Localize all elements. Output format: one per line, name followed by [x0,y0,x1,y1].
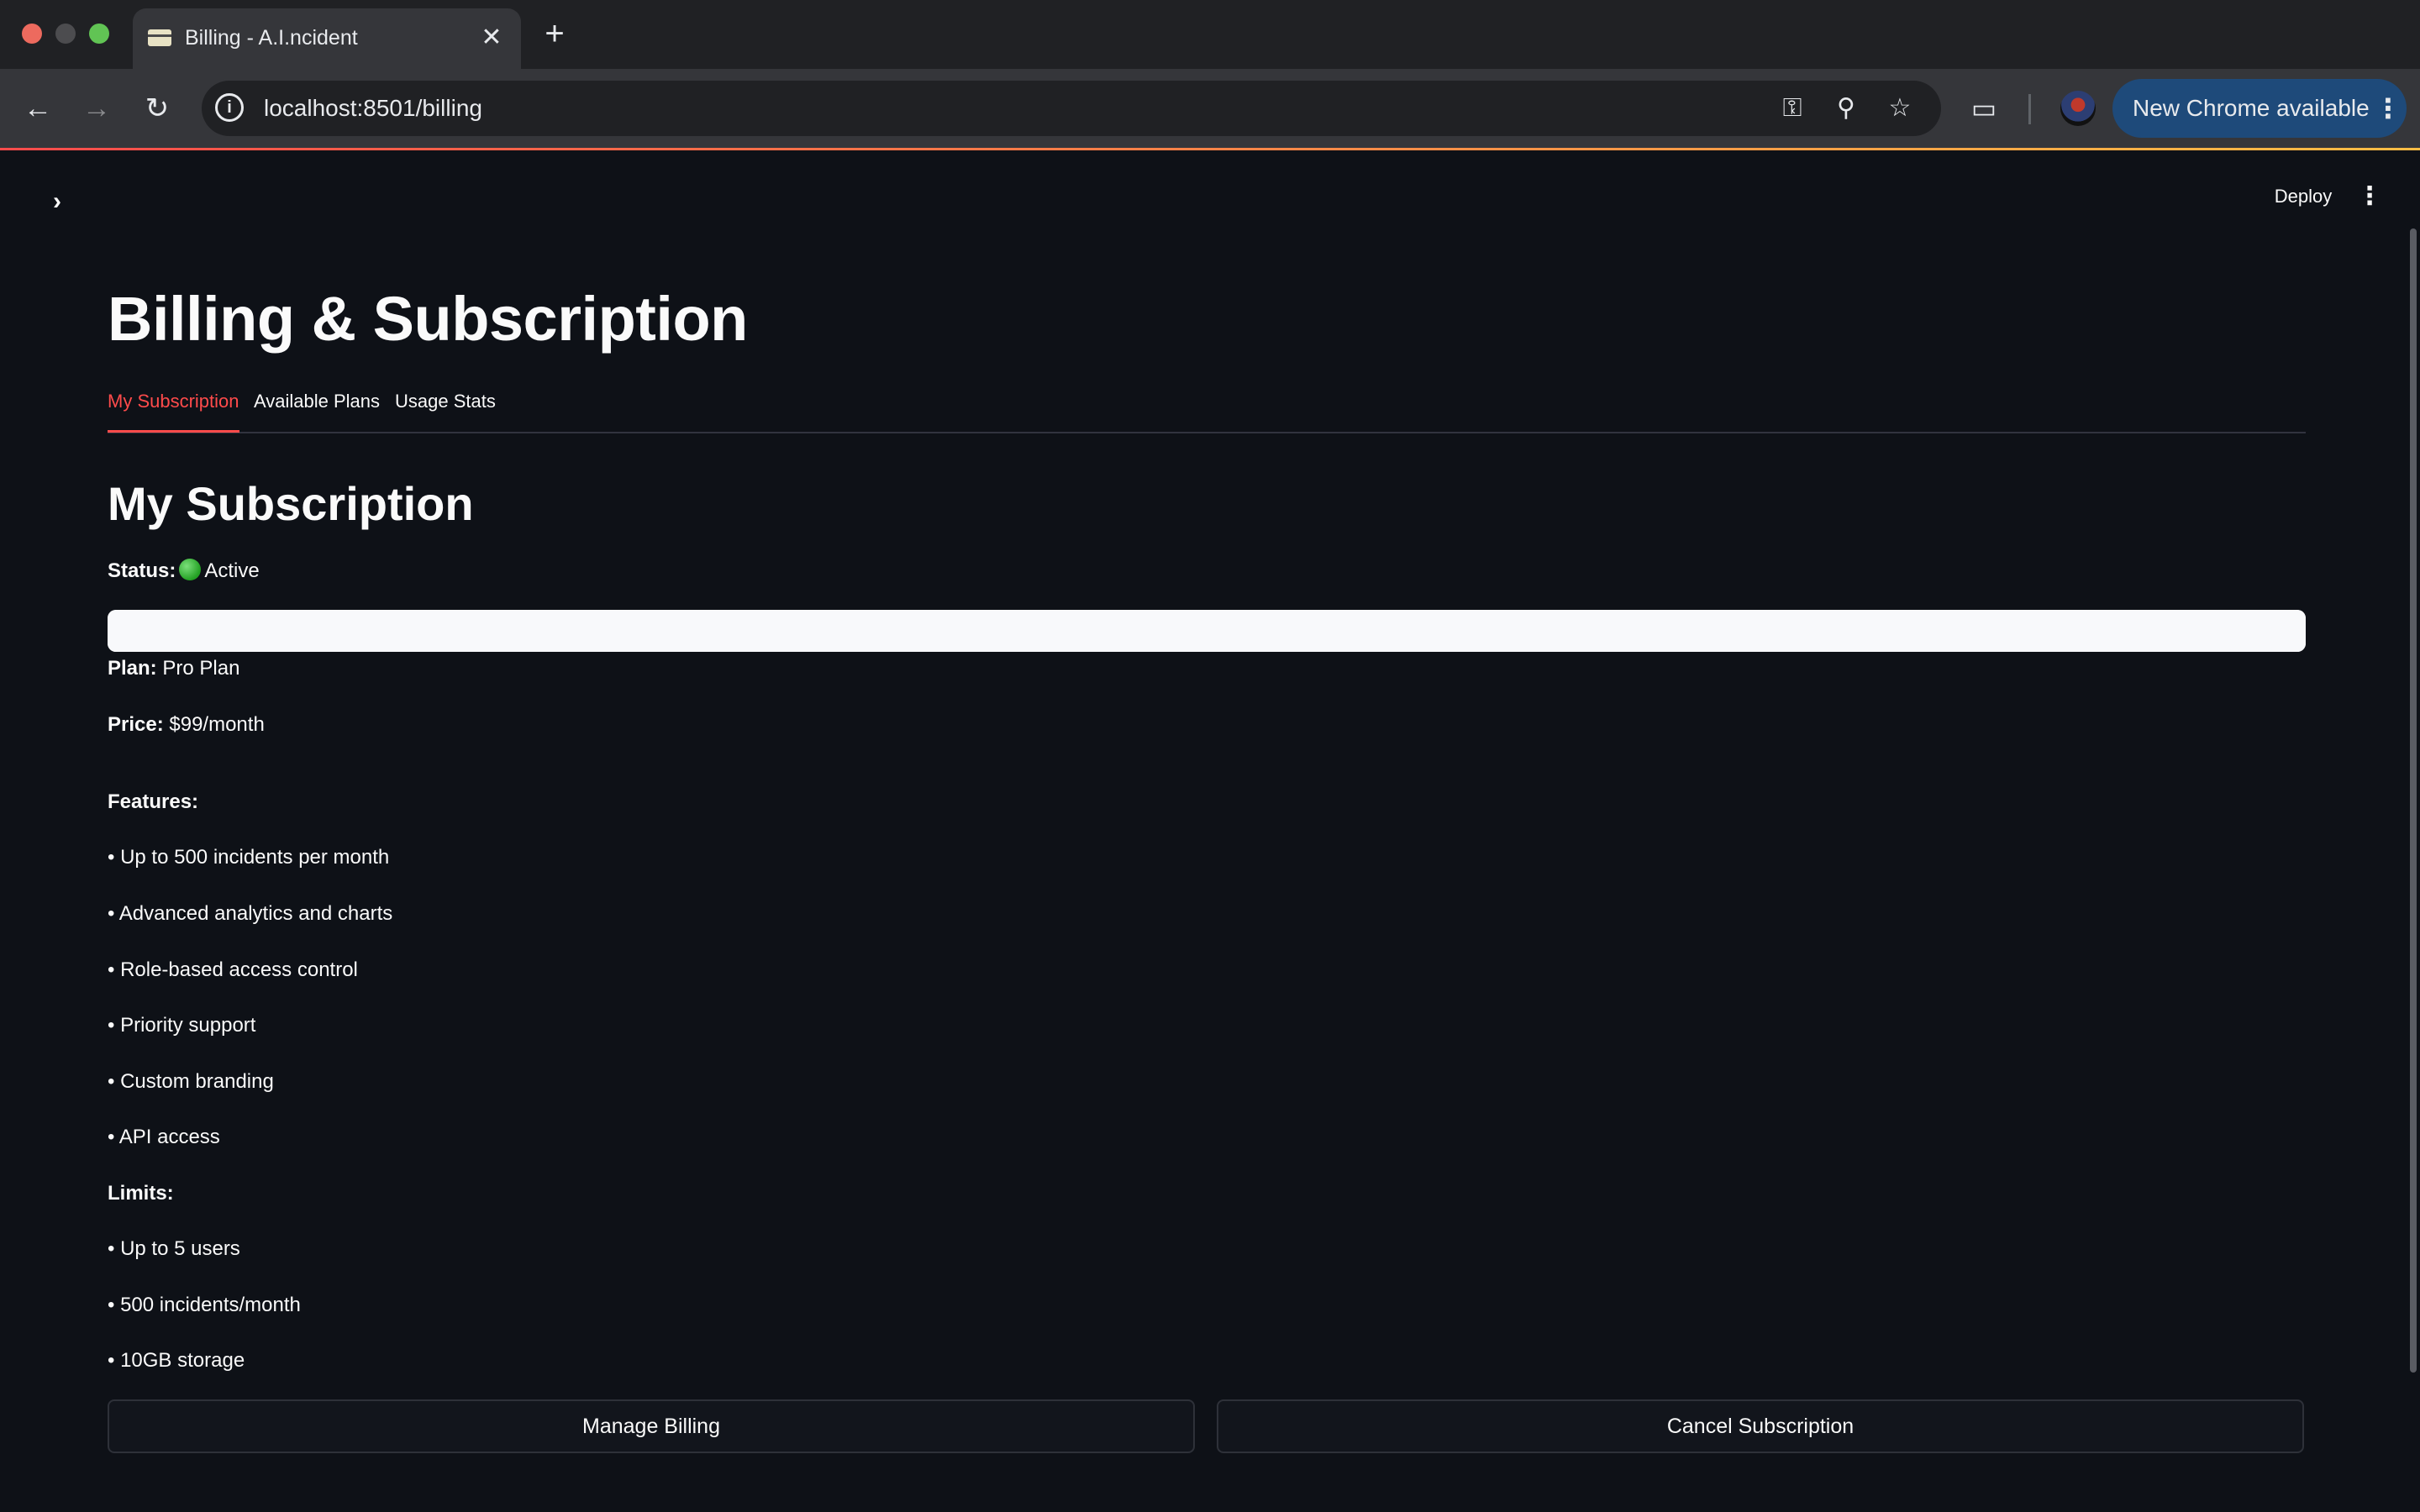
browser-toolbar: ← → ↻ i localhost:8501/billing ⚿ ⚲ ☆ ▭ N… [0,69,2420,148]
toolbar-divider [2028,94,2031,124]
list-item: • 500 incidents/month [108,1294,301,1316]
address-bar[interactable]: i localhost:8501/billing ⚿ ⚲ ☆ [202,81,1941,136]
url-text[interactable]: localhost:8501/billing [264,93,482,123]
list-item: • Priority support [108,1014,256,1037]
new-tab-button[interactable]: + [538,15,571,52]
status-line: Status: Active [108,556,260,586]
plan-value: Pro Plan [162,657,240,680]
tab-bar: My Subscription Available Plans Usage St… [108,385,2306,433]
plan-line: Plan: Pro Plan [108,654,239,684]
cancel-subscription-button[interactable]: Cancel Subscription [1217,1399,2304,1453]
zoom-icon[interactable]: ⚲ [1828,91,1864,126]
deploy-button[interactable]: Deploy [2265,180,2341,213]
manage-billing-button[interactable]: Manage Billing [108,1399,1195,1453]
cast-search-icon[interactable]: ▭ [1965,89,2003,128]
price-line: Price: $99/month [108,710,265,740]
main-menu-icon[interactable]: ⋮ [2354,180,2385,213]
back-arrow-icon[interactable]: ← [17,87,59,129]
forward-arrow-icon[interactable]: → [76,87,118,129]
browser-tab[interactable]: Billing - A.I.ncident ✕ [133,8,521,69]
list-item: • Up to 5 users [108,1237,240,1260]
update-chrome-button[interactable]: New Chrome available ⋮ [2112,79,2407,138]
status-dot-icon [179,559,202,580]
status-label: Status: [108,559,176,582]
site-info-icon[interactable]: i [215,93,244,122]
window-minimize-button[interactable] [55,24,76,44]
section-title: My Subscription [108,477,474,530]
progress-bar [108,610,2306,652]
features-label: Features: [108,790,199,813]
page-title: Billing & Subscription [108,284,748,354]
price-label: Price: [108,713,164,736]
key-icon[interactable]: ⚿ [1775,91,1810,126]
app-header-decoration [0,148,2420,150]
progress-fill [108,610,2306,652]
price-value: $99/month [169,713,265,736]
list-item: • API access [108,1126,220,1148]
window-maximize-button[interactable] [89,24,109,44]
browser-tabstrip: Billing - A.I.ncident ✕ + [0,0,2420,69]
plan-label: Plan: [108,657,157,680]
tab-title: Billing - A.I.ncident [185,26,358,50]
status-value: Active [204,559,260,582]
reload-icon[interactable]: ↻ [136,87,178,129]
list-item: • Advanced analytics and charts [108,902,393,925]
list-item: • Custom branding [108,1070,274,1093]
update-label: New Chrome available [2133,95,2370,121]
list-item: • Role-based access control [108,958,358,981]
tab-available-plans[interactable]: Available Plans [254,385,380,430]
window-close-button[interactable] [22,24,42,44]
list-item: • Up to 500 incidents per month [108,846,390,869]
chevron-right-icon[interactable]: › [42,186,72,217]
scrollbar[interactable] [2410,228,2417,1373]
close-icon[interactable]: ✕ [477,24,506,52]
menu-dots-icon[interactable]: ⋮ [2375,91,2402,126]
star-icon[interactable]: ☆ [1882,91,1918,126]
tab-usage-stats[interactable]: Usage Stats [395,385,496,430]
profile-avatar[interactable] [2060,91,2096,126]
tab-my-subscription[interactable]: My Subscription [108,385,239,433]
list-item: • 10GB storage [108,1349,245,1372]
credit-card-icon [148,29,171,46]
limits-label: Limits: [108,1182,174,1205]
